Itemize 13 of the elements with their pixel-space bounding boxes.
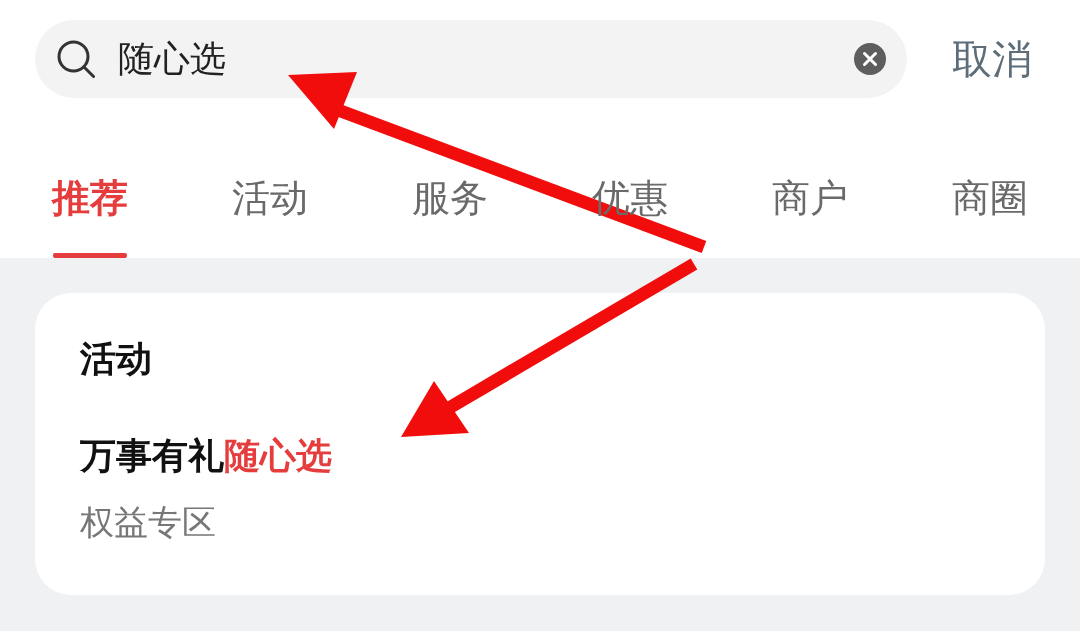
tab[interactable]: 商圈: [900, 138, 1080, 258]
result-subtitle: 权益专区: [80, 501, 216, 543]
search-field[interactable]: 随心选: [35, 20, 907, 98]
section-heading: 活动: [80, 337, 152, 381]
search-icon: [57, 40, 95, 78]
result-title: 万事有礼随心选: [80, 434, 332, 478]
tab[interactable]: 活动: [180, 138, 360, 258]
tab[interactable]: 推荐: [0, 138, 180, 258]
tab[interactable]: 服务: [360, 138, 540, 258]
clear-icon[interactable]: [854, 43, 886, 75]
tab[interactable]: 商户: [720, 138, 900, 258]
cancel-button[interactable]: 取消: [952, 35, 1032, 83]
result-item[interactable]: 万事有礼随心选 权益专区: [80, 434, 332, 543]
